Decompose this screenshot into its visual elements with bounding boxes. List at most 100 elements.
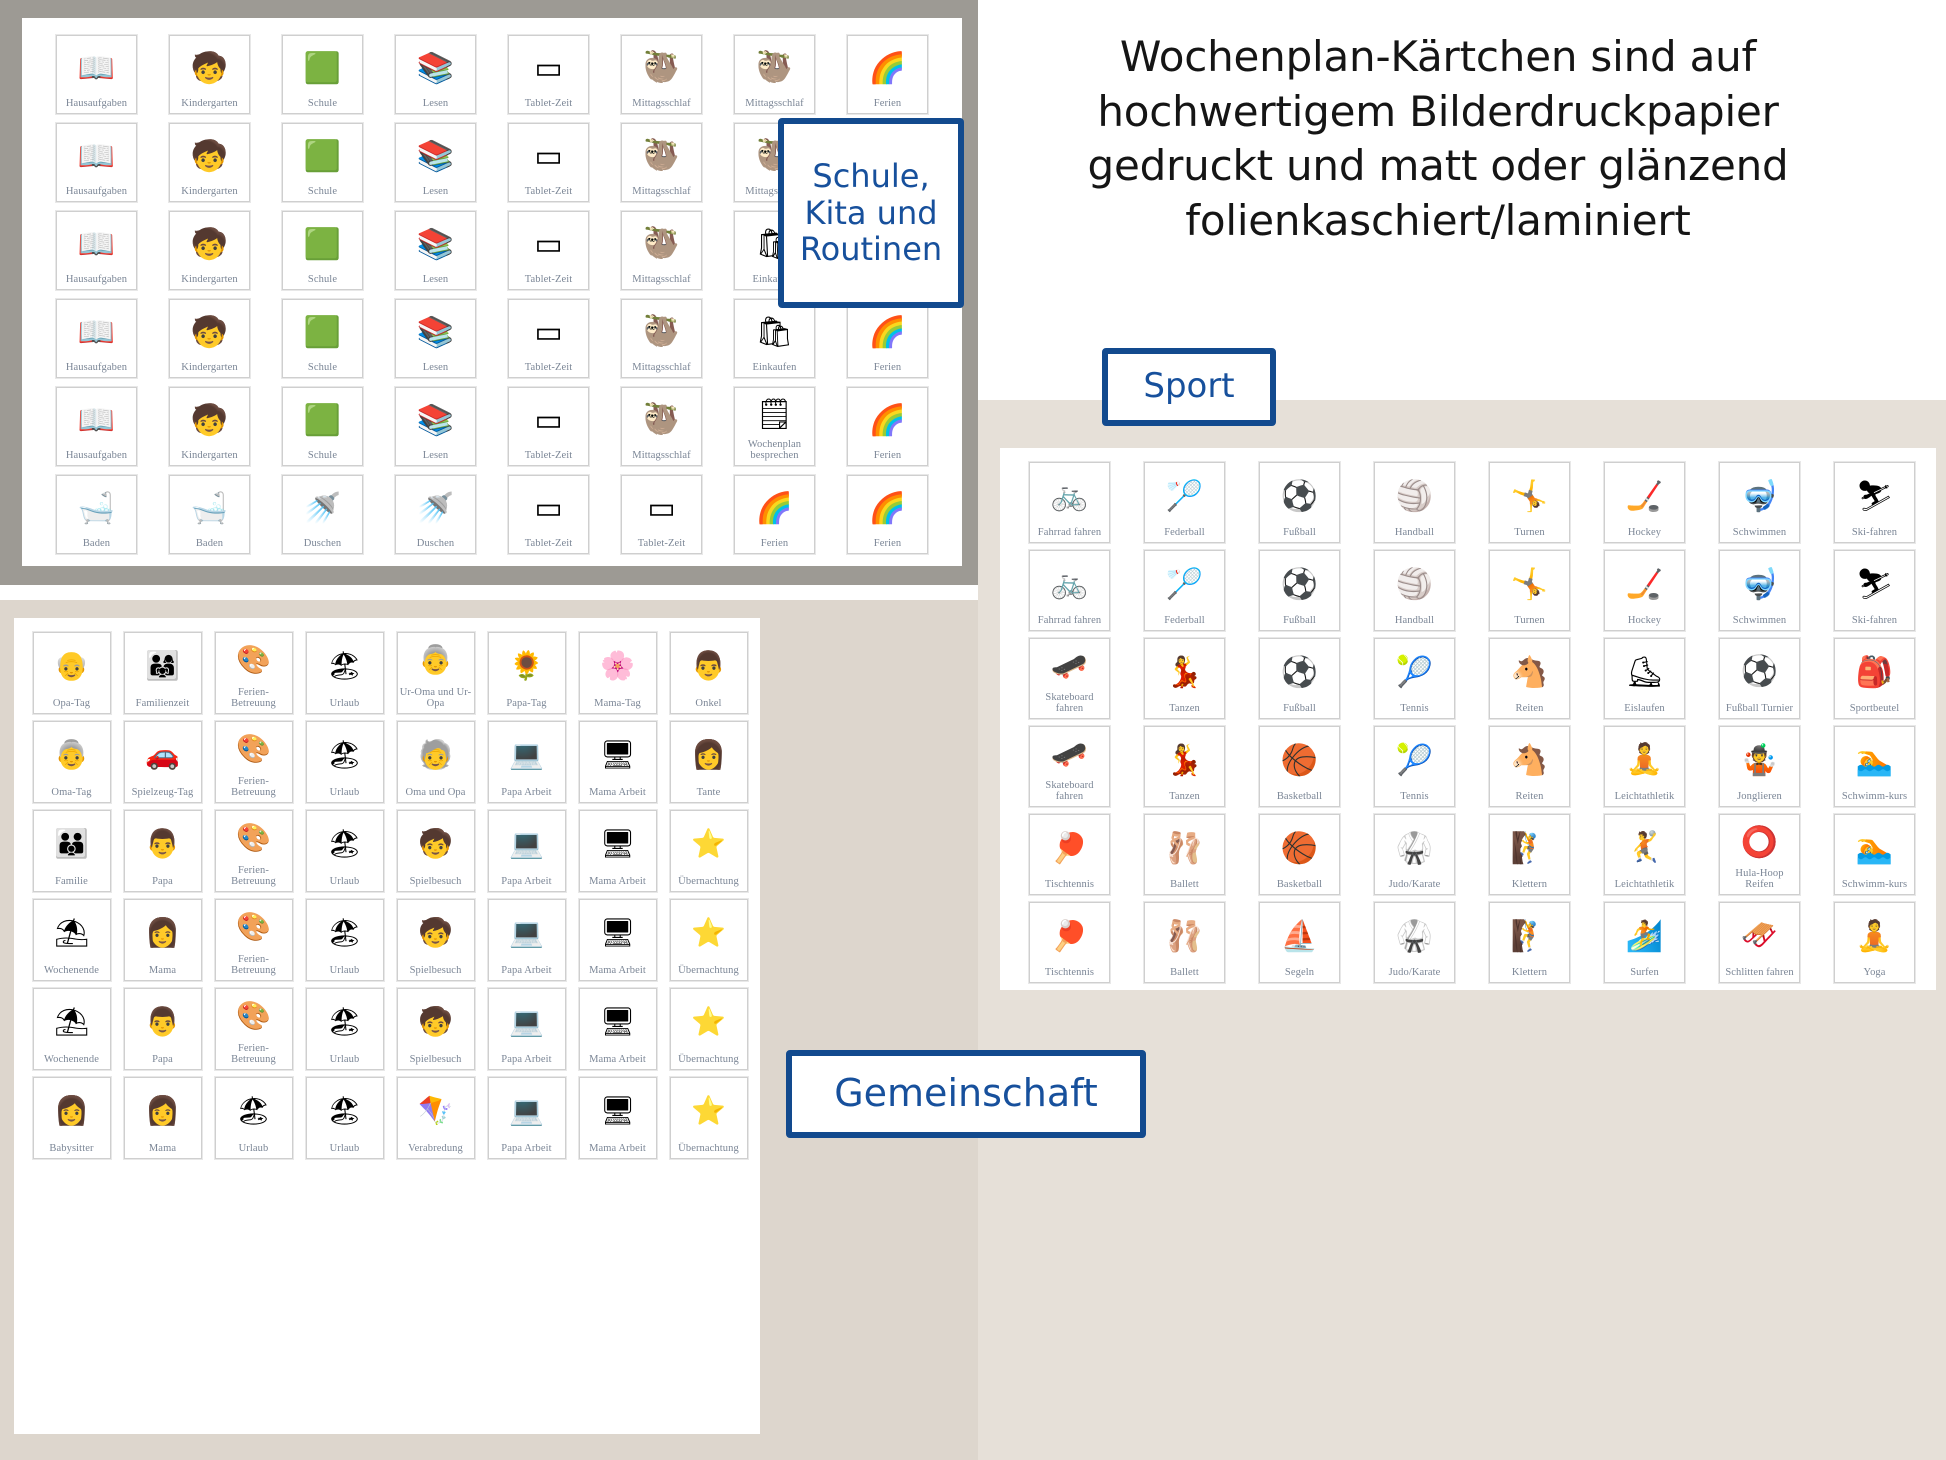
school-card[interactable]: 🟩 Schule: [282, 386, 363, 466]
community-card[interactable]: 👩 Tante: [669, 720, 748, 803]
sport-card[interactable]: 🤸 Turnen: [1489, 549, 1570, 631]
community-card[interactable]: 👨‍👩‍👧 Familienzeit: [123, 631, 202, 714]
community-card[interactable]: 🏖 Urlaub: [305, 898, 384, 981]
school-card[interactable]: 🌈 Ferien: [847, 34, 928, 114]
community-card[interactable]: ⭐ Übernachtung: [669, 809, 748, 892]
community-card[interactable]: 🎨 Ferien-Betreuung: [214, 720, 293, 803]
community-card[interactable]: 💻 Papa Arbeit: [487, 720, 566, 803]
community-card[interactable]: 💻 Papa Arbeit: [487, 809, 566, 892]
sport-card[interactable]: 🩰 Ballett: [1144, 813, 1225, 895]
school-card[interactable]: 🛁 Baden: [56, 474, 137, 554]
school-card[interactable]: 🌈 Ferien: [847, 386, 928, 466]
community-card[interactable]: 👵 Oma-Tag: [32, 720, 111, 803]
school-card[interactable]: ▭ Tablet-Zeit: [508, 474, 589, 554]
sport-card[interactable]: 💃 Tanzen: [1144, 725, 1225, 807]
community-card[interactable]: 🖥 Mama Arbeit: [578, 720, 657, 803]
school-card[interactable]: ▭ Tablet-Zeit: [508, 210, 589, 290]
school-card[interactable]: 📚 Lesen: [395, 386, 476, 466]
school-card[interactable]: 🧒 Kindergarten: [169, 122, 250, 202]
community-card[interactable]: 👴 Opa-Tag: [32, 631, 111, 714]
school-card[interactable]: 📚 Lesen: [395, 122, 476, 202]
school-card[interactable]: 🦥 Mittagsschlaf: [734, 34, 815, 114]
sport-card[interactable]: 🐴 Reiten: [1489, 725, 1570, 807]
sport-card[interactable]: 🏓 Tischtennis: [1029, 901, 1110, 983]
community-card[interactable]: 🎨 Ferien-Betreuung: [214, 987, 293, 1070]
sport-card[interactable]: 🏓 Tischtennis: [1029, 813, 1110, 895]
community-card[interactable]: 💻 Papa Arbeit: [487, 1076, 566, 1159]
community-card[interactable]: 🏖 Urlaub: [214, 1076, 293, 1159]
community-card[interactable]: 🧓 Oma und Opa: [396, 720, 475, 803]
school-card[interactable]: 🟩 Schule: [282, 210, 363, 290]
sport-card[interactable]: 🏸 Federball: [1144, 549, 1225, 631]
sport-card[interactable]: 🥋 Judo/Karate: [1374, 813, 1455, 895]
sport-card[interactable]: ⛵ Segeln: [1259, 901, 1340, 983]
school-card[interactable]: 📖 Hausaufgaben: [56, 210, 137, 290]
badge-gemeinschaft[interactable]: Gemeinschaft: [786, 1050, 1146, 1138]
community-card[interactable]: 🖥 Mama Arbeit: [578, 987, 657, 1070]
sport-card[interactable]: 💃 Tanzen: [1144, 637, 1225, 719]
sport-card[interactable]: 🤿 Schwimmen: [1719, 549, 1800, 631]
community-card[interactable]: 👩 Mama: [123, 898, 202, 981]
school-card[interactable]: 📖 Hausaufgaben: [56, 298, 137, 378]
school-card[interactable]: 📚 Lesen: [395, 298, 476, 378]
sport-card[interactable]: 🏐 Handball: [1374, 461, 1455, 543]
community-card[interactable]: ⛱ Wochenende: [32, 987, 111, 1070]
sport-card[interactable]: 🤾 Leichtathletik: [1604, 813, 1685, 895]
school-card[interactable]: 🗒 Wochenplan besprechen: [734, 386, 815, 466]
school-card[interactable]: 📖 Hausaufgaben: [56, 34, 137, 114]
school-card[interactable]: 🧒 Kindergarten: [169, 386, 250, 466]
school-card[interactable]: 📚 Lesen: [395, 34, 476, 114]
community-card[interactable]: 🎨 Ferien-Betreuung: [214, 631, 293, 714]
sport-card[interactable]: 🏊 Schwimm-kurs: [1834, 725, 1915, 807]
sport-card[interactable]: ⭕ Hula-Hoop Reifen: [1719, 813, 1800, 895]
sport-card[interactable]: 🧗 Klettern: [1489, 813, 1570, 895]
school-card[interactable]: ▭ Tablet-Zeit: [508, 34, 589, 114]
school-card[interactable]: ▭ Tablet-Zeit: [508, 122, 589, 202]
sport-card[interactable]: 🎾 Tennis: [1374, 637, 1455, 719]
community-card[interactable]: 💻 Papa Arbeit: [487, 898, 566, 981]
school-card[interactable]: 📖 Hausaufgaben: [56, 386, 137, 466]
sport-card[interactable]: 🚲 Fahrrad fahren: [1029, 549, 1110, 631]
community-card[interactable]: 💻 Papa Arbeit: [487, 987, 566, 1070]
sport-card[interactable]: 🏸 Federball: [1144, 461, 1225, 543]
school-card[interactable]: 🟩 Schule: [282, 122, 363, 202]
school-card[interactable]: 🌈 Ferien: [847, 474, 928, 554]
sport-card[interactable]: 🛹 Skateboard fahren: [1029, 725, 1110, 807]
school-card[interactable]: ▭ Tablet-Zeit: [508, 386, 589, 466]
community-card[interactable]: 👩 Babysitter: [32, 1076, 111, 1159]
sport-card[interactable]: 🧘 Yoga: [1834, 901, 1915, 983]
school-card[interactable]: 🦥 Mittagsschlaf: [621, 34, 702, 114]
sport-card[interactable]: 🤸 Turnen: [1489, 461, 1570, 543]
school-card[interactable]: 🚿 Duschen: [282, 474, 363, 554]
community-card[interactable]: 🏖 Urlaub: [305, 1076, 384, 1159]
school-card[interactable]: 🧒 Kindergarten: [169, 298, 250, 378]
community-card[interactable]: 👨 Papa: [123, 987, 202, 1070]
community-card[interactable]: 🧒 Spielbesuch: [396, 809, 475, 892]
sport-card[interactable]: ⛷ Ski-fahren: [1834, 549, 1915, 631]
badge-sport[interactable]: Sport: [1102, 348, 1276, 426]
sport-card[interactable]: 🤿 Schwimmen: [1719, 461, 1800, 543]
sport-card[interactable]: ⚽ Fußball: [1259, 637, 1340, 719]
school-card[interactable]: 🦥 Mittagsschlaf: [621, 122, 702, 202]
school-card[interactable]: 🛁 Baden: [169, 474, 250, 554]
community-card[interactable]: ⛱ Wochenende: [32, 898, 111, 981]
sport-card[interactable]: 🏒 Hockey: [1604, 549, 1685, 631]
sport-card[interactable]: 🥋 Judo/Karate: [1374, 901, 1455, 983]
community-card[interactable]: 🖥 Mama Arbeit: [578, 809, 657, 892]
school-card[interactable]: 🚿 Duschen: [395, 474, 476, 554]
school-card[interactable]: 📖 Hausaufgaben: [56, 122, 137, 202]
community-card[interactable]: ⭐ Übernachtung: [669, 987, 748, 1070]
community-card[interactable]: 🖥 Mama Arbeit: [578, 898, 657, 981]
sport-card[interactable]: 🤹 Jonglieren: [1719, 725, 1800, 807]
community-card[interactable]: 🌻 Papa-Tag: [487, 631, 566, 714]
school-card[interactable]: 🧒 Kindergarten: [169, 210, 250, 290]
sport-card[interactable]: 🩰 Ballett: [1144, 901, 1225, 983]
sport-card[interactable]: 🏀 Basketball: [1259, 725, 1340, 807]
community-card[interactable]: 👨 Onkel: [669, 631, 748, 714]
school-card[interactable]: 📚 Lesen: [395, 210, 476, 290]
community-card[interactable]: 🧒 Spielbesuch: [396, 987, 475, 1070]
sport-card[interactable]: 🚲 Fahrrad fahren: [1029, 461, 1110, 543]
community-card[interactable]: 🎨 Ferien-Betreuung: [214, 898, 293, 981]
community-card[interactable]: 🎨 Ferien-Betreuung: [214, 809, 293, 892]
sport-card[interactable]: 🏀 Basketball: [1259, 813, 1340, 895]
